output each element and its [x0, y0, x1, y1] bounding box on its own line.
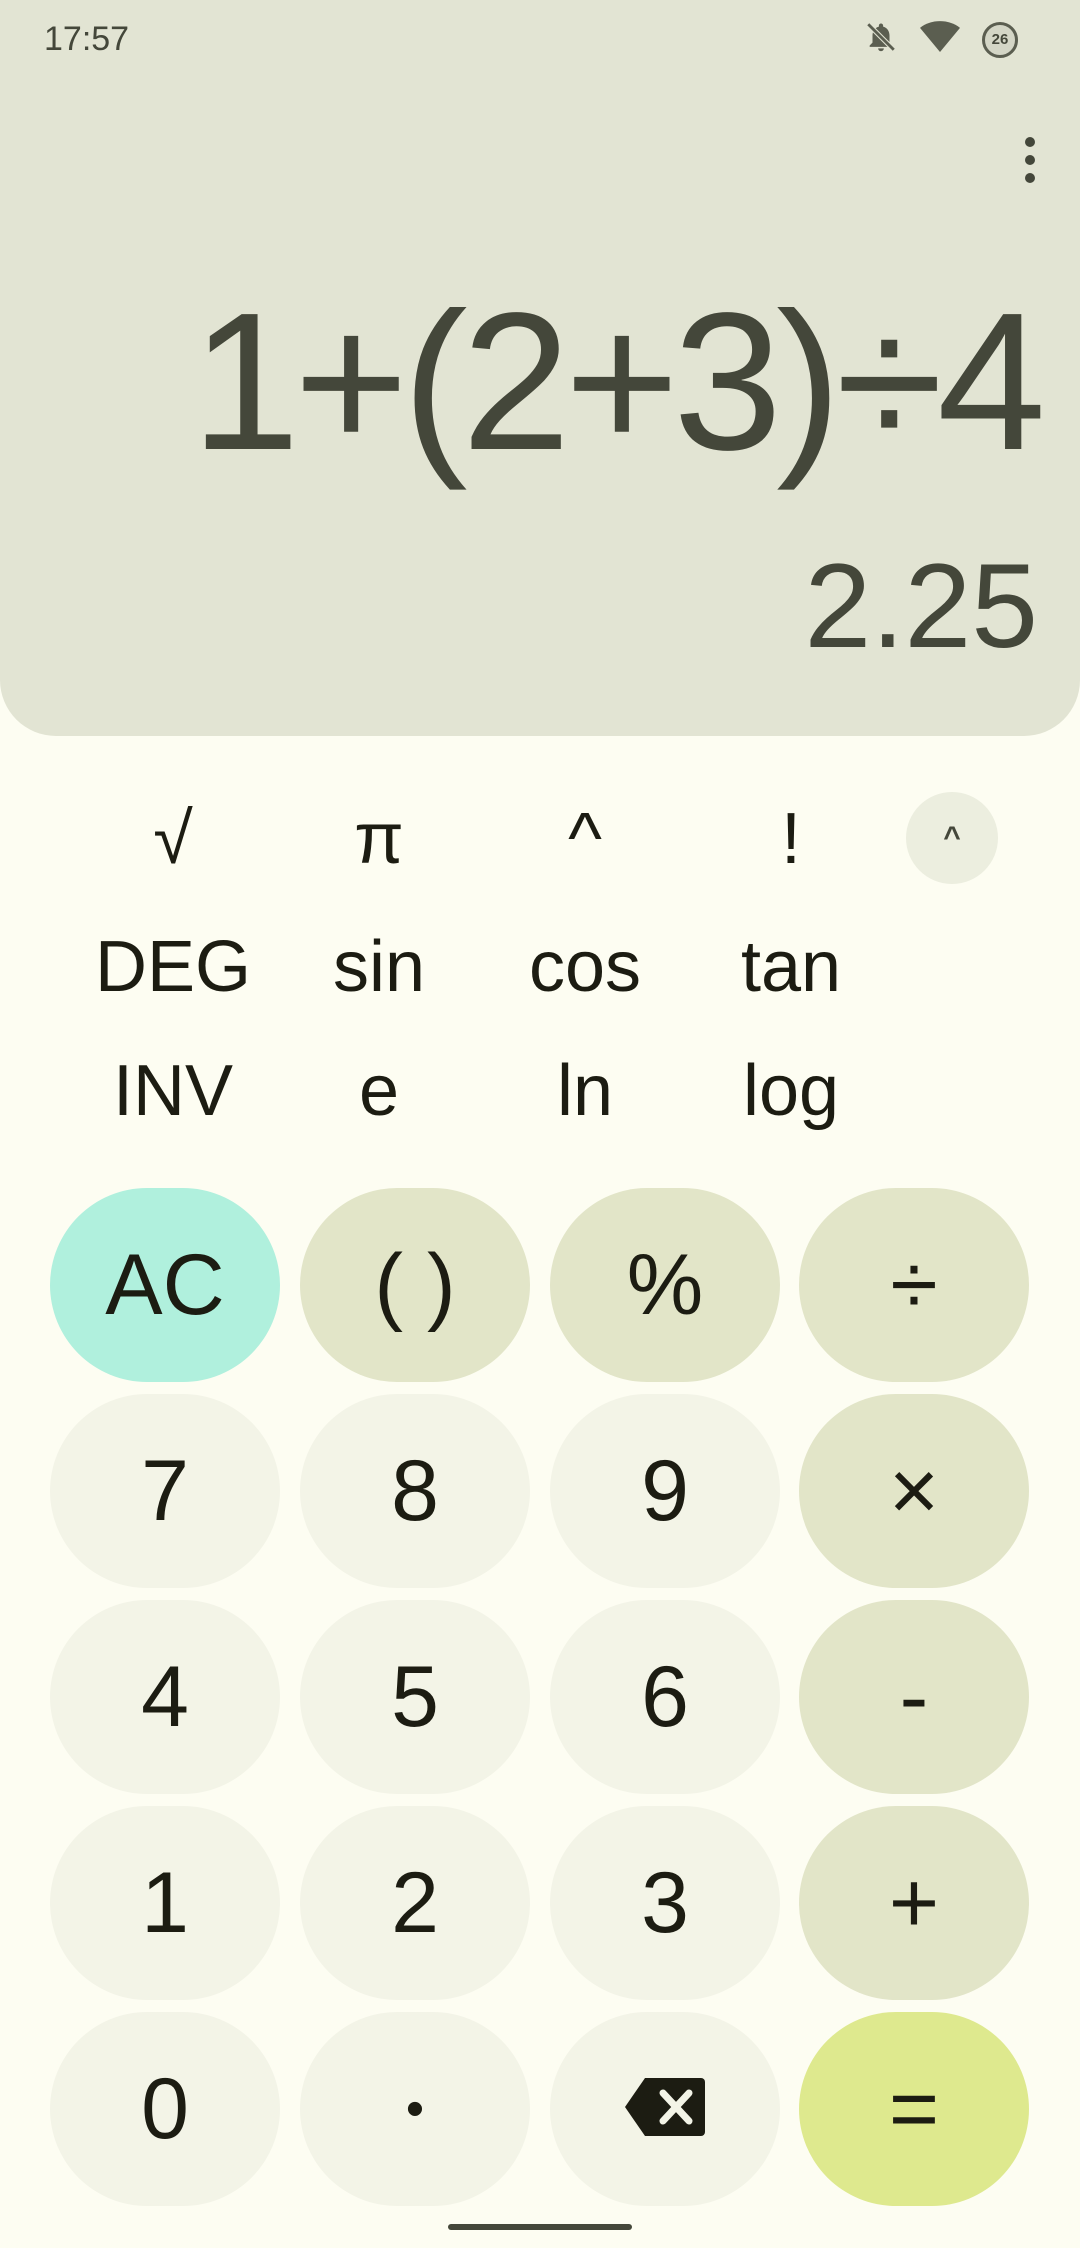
digit-9-button[interactable]: 9	[550, 1394, 780, 1588]
digit-5-button[interactable]: 5	[300, 1600, 530, 1794]
equals-label: =	[888, 2060, 940, 2157]
percent-button[interactable]: %	[550, 1188, 780, 1382]
clear-label: AC	[105, 1236, 225, 1333]
log-button[interactable]: log	[688, 1036, 894, 1146]
digit-2-button[interactable]: 2	[300, 1806, 530, 2000]
battery-icon: 26	[982, 21, 1018, 58]
digit-3-button[interactable]: 3	[550, 1806, 780, 2000]
digit-3-label: 3	[641, 1854, 689, 1951]
digit-6-label: 6	[641, 1648, 689, 1745]
backspace-icon	[623, 2060, 707, 2159]
scientific-row-3: INV e ln log	[0, 1036, 1080, 1146]
equals-button[interactable]: =	[799, 2012, 1029, 2206]
collapse-scientific-button[interactable]: ^	[906, 792, 998, 884]
clear-button[interactable]: AC	[50, 1188, 280, 1382]
divide-label: ÷	[890, 1236, 938, 1333]
minus-label: -	[899, 1648, 929, 1745]
deg-button[interactable]: DEG	[70, 912, 276, 1022]
more-vert-icon	[1025, 137, 1035, 147]
wifi-icon	[920, 20, 960, 59]
plus-label: +	[888, 1854, 940, 1951]
minus-button[interactable]: -	[799, 1600, 1029, 1794]
parentheses-label: ( )	[374, 1236, 456, 1333]
digit-6-button[interactable]: 6	[550, 1600, 780, 1794]
chevron-up-icon: ^	[943, 821, 961, 854]
divide-button[interactable]: ÷	[799, 1188, 1029, 1382]
digit-0-button[interactable]: 0	[50, 2012, 280, 2206]
digit-1-button[interactable]: 1	[50, 1806, 280, 2000]
digit-0-label: 0	[141, 2060, 189, 2157]
digit-7-label: 7	[141, 1442, 189, 1539]
plus-button[interactable]: +	[799, 1806, 1029, 2000]
status-time: 17:57	[44, 20, 130, 58]
cos-button[interactable]: cos	[482, 912, 688, 1022]
digit-7-button[interactable]: 7	[50, 1394, 280, 1588]
status-icons: 26	[864, 20, 1018, 59]
multiply-button[interactable]: ×	[799, 1394, 1029, 1588]
scientific-row-2: DEG sin cos tan	[0, 912, 1080, 1022]
home-indicator[interactable]	[448, 2224, 632, 2230]
digit-4-label: 4	[141, 1648, 189, 1745]
decimal-label: •	[405, 2080, 425, 2138]
expression-display[interactable]: 1+(2+3)÷4	[191, 262, 1046, 502]
decimal-button[interactable]: •	[300, 2012, 530, 2206]
notifications-off-icon	[864, 20, 898, 59]
result-display: 2.25	[804, 539, 1038, 673]
display-panel: 17:57 26 1+(2+3)÷4 2.25	[0, 0, 1080, 736]
percent-label: %	[626, 1236, 704, 1333]
calculator-app: 17:57 26 1+(2+3)÷4 2.25 √ π ^ ! ^ DEG si…	[0, 0, 1080, 2248]
power-button[interactable]: ^	[482, 784, 688, 894]
sqrt-button[interactable]: √	[70, 784, 276, 894]
digit-9-label: 9	[641, 1442, 689, 1539]
inv-button[interactable]: INV	[70, 1036, 276, 1146]
multiply-label: ×	[888, 1442, 940, 1539]
parentheses-button[interactable]: ( )	[300, 1188, 530, 1382]
factorial-button[interactable]: !	[688, 784, 894, 894]
e-button[interactable]: e	[276, 1036, 482, 1146]
digit-8-label: 8	[391, 1442, 439, 1539]
tan-button[interactable]: tan	[688, 912, 894, 1022]
digit-8-button[interactable]: 8	[300, 1394, 530, 1588]
more-options-button[interactable]	[1000, 122, 1060, 198]
sin-button[interactable]: sin	[276, 912, 482, 1022]
backspace-button[interactable]	[550, 2012, 780, 2206]
digit-1-label: 1	[141, 1854, 189, 1951]
digit-5-label: 5	[391, 1648, 439, 1745]
ln-button[interactable]: ln	[482, 1036, 688, 1146]
pi-button[interactable]: π	[276, 784, 482, 894]
digit-4-button[interactable]: 4	[50, 1600, 280, 1794]
digit-2-label: 2	[391, 1854, 439, 1951]
